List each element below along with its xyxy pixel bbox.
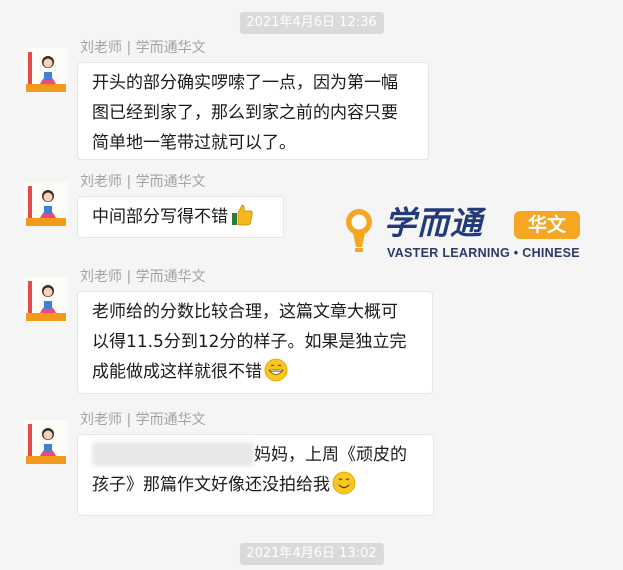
message-text: 妈妈，上周《顽皮的 xyxy=(254,445,407,465)
timestamp: 2021年4月6日 13:02 xyxy=(239,543,384,565)
avatar[interactable] xyxy=(24,48,68,92)
smiling-face-icon xyxy=(332,471,356,505)
grinning-face-icon xyxy=(264,358,288,392)
message-text: 中间部分写得不错 xyxy=(92,207,228,227)
avatar[interactable] xyxy=(24,182,68,226)
brand-tag: 华文 xyxy=(514,211,580,239)
sender-name: 刘老师 | 学而通华文 xyxy=(80,412,206,428)
avatar[interactable] xyxy=(24,420,68,464)
redacted-text xyxy=(92,442,254,466)
sender-name: 刘老师 | 学而通华文 xyxy=(80,174,206,190)
avatar[interactable] xyxy=(24,277,68,321)
message-text: 老师给的分数比较合理，这篇文章大概可 以得11.5分到12分的样子。如果是独立完… xyxy=(92,302,407,382)
brand-subtitle: VASTER LEARNING • CHINESE xyxy=(387,246,580,260)
brand-name: 学而通 xyxy=(384,204,484,242)
teacher-avatar-icon xyxy=(24,420,68,464)
teacher-avatar-icon xyxy=(24,277,68,321)
message-bubble[interactable]: 开头的部分确实啰嗦了一点，因为第一幅 图已经到家了，那么到家之前的内容只要 简单… xyxy=(77,62,429,160)
timestamp: 2021年4月6日 12:36 xyxy=(239,12,384,34)
sender-name: 刘老师 | 学而通华文 xyxy=(80,269,206,285)
message-bubble[interactable]: 妈妈，上周《顽皮的 孩子》那篇作文好像还没拍给我 xyxy=(77,434,434,516)
teacher-avatar-icon xyxy=(24,48,68,92)
message-bubble[interactable]: 中间部分写得不错 xyxy=(77,196,284,238)
message-bubble[interactable]: 老师给的分数比较合理，这篇文章大概可 以得11.5分到12分的样子。如果是独立完… xyxy=(77,291,433,394)
message-text: 孩子》那篇作文好像还没拍给我 xyxy=(92,475,330,495)
sender-name: 刘老师 | 学而通华文 xyxy=(80,40,206,56)
thumbs-up-icon xyxy=(230,203,254,237)
message-text: 开头的部分确实啰嗦了一点，因为第一幅 图已经到家了，那么到家之前的内容只要 简单… xyxy=(92,73,398,153)
teacher-avatar-icon xyxy=(24,182,68,226)
